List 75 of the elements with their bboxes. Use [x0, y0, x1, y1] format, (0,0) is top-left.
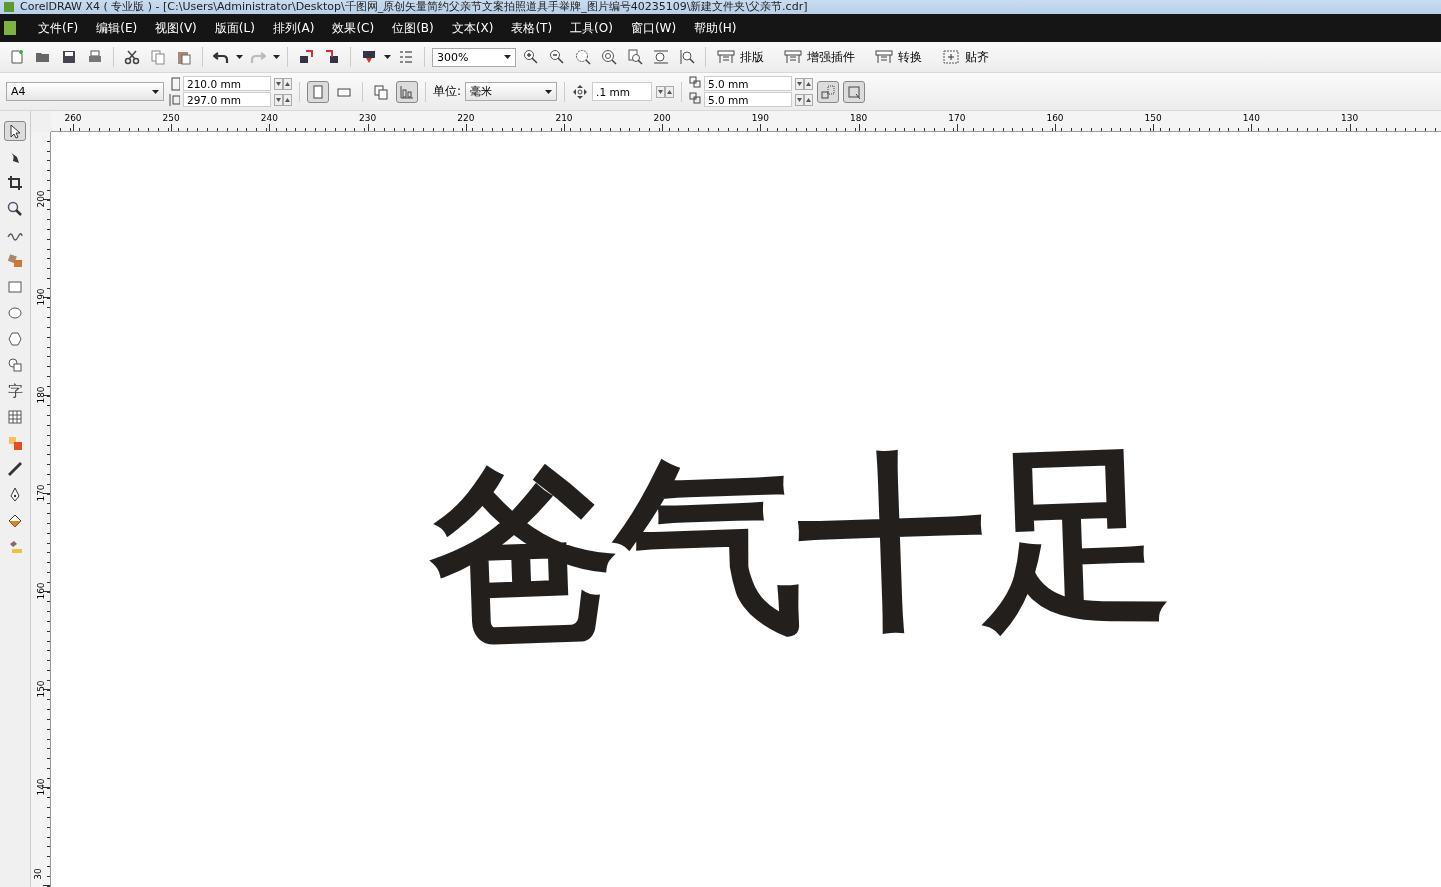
duplicate-x-field[interactable]: 5.0 mm: [704, 76, 793, 91]
caret-icon[interactable]: [384, 55, 391, 59]
select-outline-icon[interactable]: [817, 80, 840, 103]
menu-item[interactable]: 窗口(W): [622, 16, 687, 40]
ruler-label: 170: [35, 484, 46, 502]
ruler-label: 240: [260, 113, 278, 123]
ruler-label: 190: [35, 288, 46, 306]
app-icon: [4, 2, 14, 12]
spinner-icon[interactable]: [274, 77, 292, 90]
ruler-label: 220: [457, 113, 475, 123]
ruler-label: 190: [751, 113, 769, 123]
ruler-label: 210: [555, 113, 573, 123]
menu-item[interactable]: 效果(C): [324, 16, 385, 40]
zoom-level-dropdown[interactable]: 300%: [432, 47, 516, 67]
ruler-label: 160: [35, 582, 46, 600]
ruler-label: 180: [850, 113, 868, 123]
units-dropdown[interactable]: 毫米: [465, 82, 558, 101]
width-field[interactable]: 210.0 mm: [183, 76, 271, 91]
ruler-label: 150: [1144, 113, 1162, 123]
menu-item[interactable]: 位图(B): [384, 16, 444, 40]
caret-icon[interactable]: [273, 55, 280, 59]
ruler-label: 260: [64, 113, 82, 123]
menu-item[interactable]: 工具(O): [562, 16, 623, 40]
spinner-icon[interactable]: [795, 77, 814, 90]
menu-item[interactable]: 排列(A): [264, 16, 325, 40]
ruler-label: 150: [35, 680, 46, 698]
pointer-icon[interactable]: [4, 121, 26, 141]
caret-icon[interactable]: [504, 55, 511, 59]
caret-icon[interactable]: [545, 89, 553, 94]
menu-item[interactable]: 文本(X): [443, 16, 504, 40]
ruler-label: 30: [32, 868, 43, 880]
plugin-button[interactable]: 转换: [871, 48, 934, 66]
ruler-label: 180: [35, 386, 46, 404]
ruler-label: 200: [35, 190, 46, 208]
artwork-text: 爸气十足: [427, 439, 1171, 653]
portrait-icon[interactable]: [307, 80, 329, 103]
ruler-label: 250: [162, 113, 180, 123]
menu-item[interactable]: 视图(V): [147, 16, 207, 40]
menu-item[interactable]: 文件(F): [30, 16, 89, 40]
menu-item[interactable]: 编辑(E): [88, 16, 148, 40]
units-label: 单位:: [433, 83, 462, 100]
plugin-button[interactable]: 贴齐: [938, 48, 1001, 66]
height-icon: [168, 91, 180, 108]
menu-item[interactable]: 帮助(H): [686, 16, 747, 40]
caret-icon[interactable]: [152, 89, 159, 94]
height-field[interactable]: 297.0 mm: [183, 92, 271, 107]
ruler-label: 170: [948, 113, 966, 123]
text-tool[interactable]: 字: [4, 381, 26, 401]
caret-icon[interactable]: [236, 55, 243, 59]
plugin-icon: [784, 49, 802, 65]
ruler-label: 130: [1341, 113, 1359, 123]
plugin-button[interactable]: 排版: [713, 48, 776, 66]
plugin-button[interactable]: 增强插件: [780, 48, 867, 66]
page-bars-icon[interactable]: [396, 80, 418, 103]
spinner-icon[interactable]: [274, 93, 292, 106]
page-size-dropdown[interactable]: A4: [6, 82, 164, 101]
app-logo-icon: [4, 21, 16, 35]
select-frame-icon[interactable]: [843, 80, 866, 103]
ruler-label: 200: [653, 113, 671, 123]
menu-item[interactable]: 表格(T): [503, 16, 563, 40]
window-title: CorelDRAW X4 ( 专业版 ) - [C:\Users\Administrator\Desktop\千图网_原创矢量简约父亲节文案拍照道具手举牌_图片编号40235109\新建文件夹\父亲节.cdr]: [20, 1, 808, 13]
plugin-icon: [875, 49, 893, 65]
ruler-label: 160: [1046, 113, 1064, 123]
menu-item[interactable]: 版面(L): [206, 16, 265, 40]
duplicate-y-field[interactable]: 5.0 mm: [704, 92, 793, 107]
spinner-icon[interactable]: [795, 93, 814, 106]
ruler-label: 140: [1242, 113, 1260, 123]
plugin-icon: [717, 49, 735, 65]
nudge-field[interactable]: .1 mm: [592, 82, 653, 101]
ruler-label: 230: [359, 113, 377, 123]
width-icon: [168, 75, 180, 92]
snap-grid-icon: [942, 49, 960, 65]
ruler-label: 140: [35, 778, 46, 796]
nudge-icon: [572, 83, 589, 100]
spinner-icon[interactable]: [656, 85, 675, 98]
